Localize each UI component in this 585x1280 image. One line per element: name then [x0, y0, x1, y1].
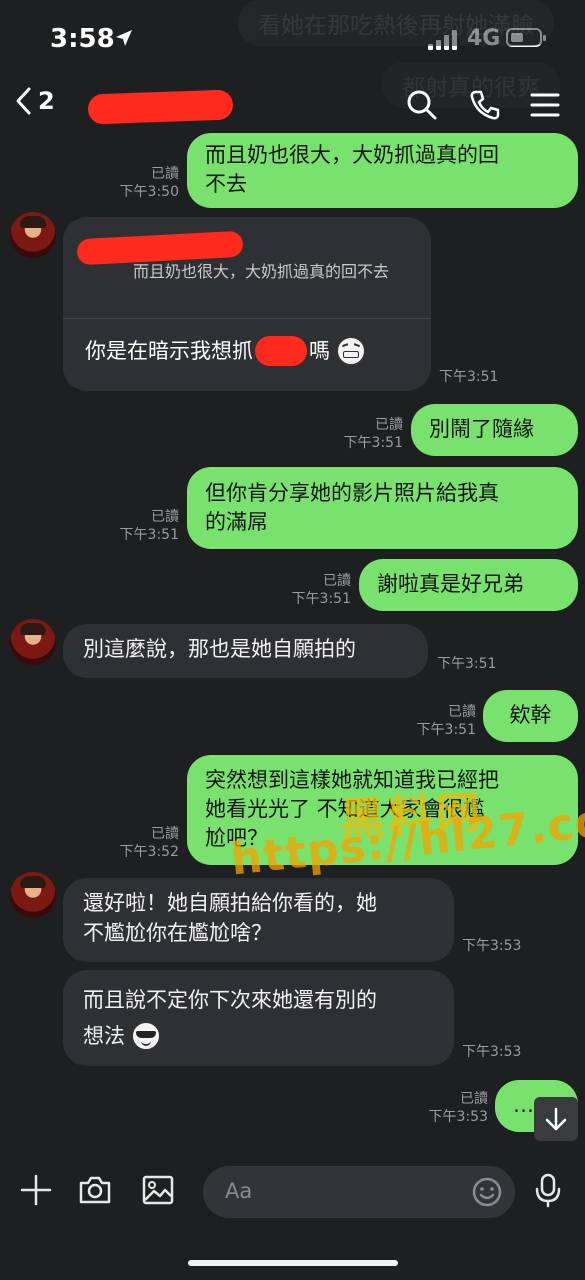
message-time: 下午3:51 [437, 656, 497, 672]
incoming-message[interactable]: 別這麼說，那也是她自願拍的 [63, 624, 428, 678]
unread-count: 2 [38, 87, 55, 115]
message-meta: 已讀 下午3:53 [410, 1090, 488, 1126]
scroll-to-bottom-button[interactable] [534, 1097, 578, 1141]
message-meta: 已讀 下午3:51 [325, 416, 403, 452]
message-input-placeholder: Aa [225, 1179, 253, 1203]
message-time: 下午3:53 [462, 938, 522, 954]
message-meta: 已讀 下午3:50 [100, 165, 179, 201]
image-icon[interactable] [140, 1172, 176, 1208]
read-receipt: 已讀 [460, 1091, 488, 1107]
sunglasses-emoji-icon [131, 1021, 161, 1051]
message-line: 但你肯分享她的影片照片給我真 [205, 481, 499, 505]
message-line: 不去 [205, 172, 247, 196]
read-receipt: 已讀 [323, 573, 351, 589]
message-line: 而且奶也很大，大奶抓過真的回 [205, 143, 499, 167]
message-time: 下午3:51 [439, 369, 499, 385]
menu-icon[interactable] [530, 88, 560, 122]
grimace-emoji-icon [336, 336, 366, 366]
message-time: 下午3:51 [291, 591, 351, 607]
plus-icon[interactable] [18, 1172, 54, 1208]
redacted-word [255, 336, 307, 366]
camera-icon[interactable] [77, 1172, 113, 1208]
message-input[interactable]: Aa [203, 1166, 515, 1218]
outgoing-message[interactable]: 謝啦真是好兄弟 [359, 559, 578, 611]
message-time: 下午3:53 [428, 1109, 488, 1125]
quoted-text: 而且奶也很大，大奶抓過真的回不去 [133, 262, 390, 281]
read-receipt: 已讀 [375, 417, 403, 433]
message-line: 不尷尬你在尷尬啥？ [83, 921, 272, 945]
message-line: 別鬧了隨緣 [429, 417, 534, 441]
message-meta: 已讀 下午3:52 [100, 825, 179, 861]
contact-avatar[interactable] [10, 619, 56, 665]
message-line: 別這麼說，那也是她自願拍的 [83, 637, 356, 661]
read-receipt: 已讀 [151, 166, 179, 182]
message-line: 還好啦！她自願拍給你看的，她 [83, 891, 377, 915]
message-time: 下午3:52 [119, 844, 179, 860]
read-receipt: 已讀 [448, 704, 476, 720]
chevron-left-icon [16, 87, 31, 115]
outgoing-message[interactable]: 但你肯分享她的影片照片給我真 的滿屌 [187, 467, 578, 549]
message-meta: 已讀 下午3:51 [273, 572, 351, 608]
message-text: 嗎 [309, 339, 330, 363]
message-line: 謝啦真是好兄弟 [377, 572, 524, 596]
message-time: 下午3:53 [462, 1044, 522, 1060]
search-icon[interactable] [405, 88, 439, 122]
phone-icon[interactable] [468, 88, 502, 122]
chat-header: 2 [0, 80, 585, 135]
contact-avatar[interactable] [10, 212, 56, 258]
message-line: 而且說不定你下次來她還有別的 [83, 988, 377, 1012]
emoji-icon[interactable] [471, 1176, 503, 1208]
message-text: 你是在暗示我想抓 [85, 339, 253, 363]
message-time: 下午3:51 [119, 527, 179, 543]
read-receipt: 已讀 [151, 509, 179, 525]
message-line: 想法 [83, 1024, 125, 1048]
message-time: 下午3:51 [416, 722, 476, 738]
read-receipt: 已讀 [151, 826, 179, 842]
faded-message: 看她在那吃熱後再射她滿臉 [238, 0, 554, 46]
message-line: 的滿屌 [205, 510, 268, 534]
status-time: 3:58 [50, 24, 115, 54]
message-time: 下午3:51 [343, 435, 403, 451]
location-arrow-icon [116, 30, 132, 46]
reply-message[interactable]: 而且奶也很大，大奶抓過真的回不去 你是在暗示我想抓 嗎 [63, 217, 431, 391]
back-button[interactable]: 2 [14, 86, 55, 116]
message-time: 下午3:50 [119, 184, 179, 200]
redacted-contact-name [87, 89, 234, 125]
message-line-with-emoji: 想法 [83, 1018, 434, 1054]
incoming-message[interactable]: 而且說不定你下次來她還有別的 想法 [63, 970, 454, 1066]
home-indicator[interactable] [188, 1260, 398, 1266]
message-line: 欸幹 [509, 703, 552, 727]
message-meta: 已讀 下午3:51 [100, 508, 179, 544]
outgoing-message[interactable]: 別鬧了隨緣 [411, 404, 578, 456]
contact-avatar[interactable] [10, 872, 56, 918]
message-meta: 已讀 下午3:51 [398, 703, 476, 739]
incoming-message[interactable]: 還好啦！她自願拍給你看的，她 不尷尬你在尷尬啥？ [63, 878, 454, 962]
outgoing-message[interactable]: 欸幹 [483, 690, 578, 742]
arrow-down-icon [545, 1107, 567, 1131]
message-composer: Aa [0, 1150, 585, 1280]
microphone-icon[interactable] [531, 1172, 565, 1208]
reply-body: 你是在暗示我想抓 嗎 [85, 335, 366, 367]
reply-divider [63, 318, 431, 319]
outgoing-message[interactable]: 而且奶也很大，大奶抓過真的回 不去 [187, 133, 578, 208]
